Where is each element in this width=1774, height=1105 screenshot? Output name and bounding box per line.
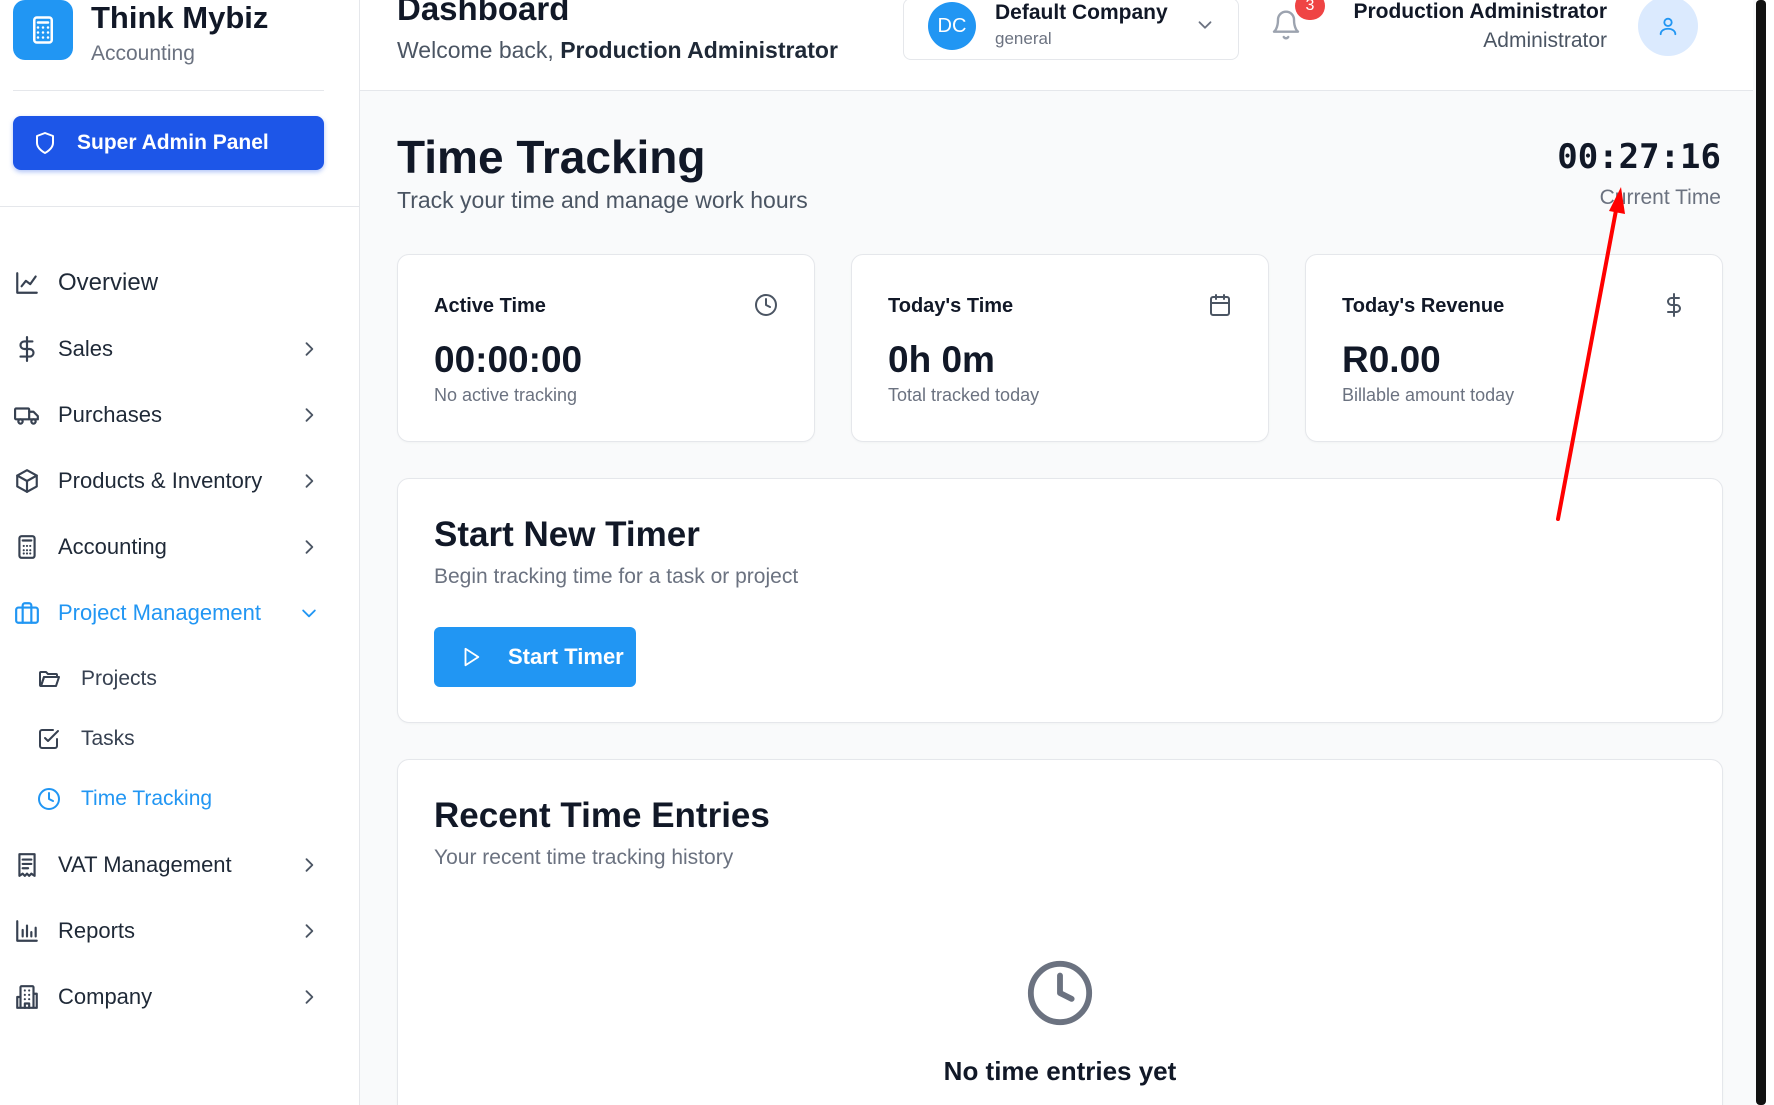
current-time-clock: 00:27:16 bbox=[1557, 137, 1721, 177]
truck-icon bbox=[13, 401, 41, 429]
stat-subtext: Billable amount today bbox=[1342, 385, 1515, 405]
brand-subtitle: Accounting bbox=[91, 42, 195, 65]
line-chart-icon bbox=[13, 269, 41, 297]
recent-entries-card: Recent Time Entries Your recent time tra… bbox=[397, 759, 1723, 1105]
sidebar-subitem-label: Tasks bbox=[81, 727, 135, 750]
stat-value: R0.00 bbox=[1342, 339, 1441, 380]
calculator-icon bbox=[13, 533, 41, 561]
bar-chart-icon bbox=[13, 917, 41, 945]
brand-name: Think Mybiz bbox=[91, 0, 269, 35]
stat-card-active-time: Active Time 00:00:00 No active tracking bbox=[397, 254, 815, 442]
company-subtitle: general bbox=[995, 29, 1052, 48]
sidebar-item-products-inventory[interactable]: Products & Inventory bbox=[0, 454, 359, 508]
section-title: Time Tracking bbox=[397, 131, 706, 183]
sidebar-item-label: VAT Management bbox=[58, 852, 232, 877]
chevron-down-icon bbox=[299, 603, 319, 623]
stat-label: Active Time bbox=[434, 295, 546, 317]
empty-state-text: No time entries yet bbox=[943, 1056, 1177, 1086]
divider bbox=[13, 90, 324, 91]
sidebar-item-label: Project Management bbox=[58, 600, 261, 625]
sidebar-item-reports[interactable]: Reports bbox=[0, 904, 359, 958]
top-header: Dashboard Welcome back, Production Admin… bbox=[360, 0, 1753, 91]
receipt-icon bbox=[13, 851, 41, 879]
chevron-right-icon bbox=[299, 855, 319, 875]
chevron-right-icon bbox=[299, 339, 319, 359]
welcome-message: Welcome back, Production Administrator bbox=[397, 37, 838, 64]
current-time-label: Current Time bbox=[1599, 186, 1721, 209]
shield-icon bbox=[36, 132, 54, 154]
clock-icon bbox=[754, 293, 778, 317]
user-name: Production Administrator bbox=[1353, 0, 1607, 23]
sidebar-item-purchases[interactable]: Purchases bbox=[0, 388, 359, 442]
stat-label: Today's Time bbox=[888, 295, 1014, 317]
dollar-icon bbox=[1662, 293, 1686, 317]
briefcase-icon bbox=[13, 599, 41, 627]
sidebar-item-label: Sales bbox=[58, 336, 114, 361]
chevron-down-icon bbox=[1194, 14, 1216, 36]
sidebar-item-accounting[interactable]: Accounting bbox=[0, 520, 359, 574]
page-title: Dashboard bbox=[397, 0, 570, 27]
sidebar-item-label: Products & Inventory bbox=[58, 468, 263, 493]
sidebar-item-overview[interactable]: Overview bbox=[0, 256, 359, 310]
stat-card-todays-revenue: Today's Revenue R0.00 Billable amount to… bbox=[1305, 254, 1723, 442]
stat-value: 00:00:00 bbox=[434, 339, 583, 380]
user-role: Administrator bbox=[1483, 29, 1607, 52]
folder-icon bbox=[36, 666, 62, 692]
sidebar-item-label: Reports bbox=[58, 918, 136, 943]
notification-count-badge: 3 bbox=[1295, 0, 1325, 20]
user-avatar[interactable] bbox=[1638, 0, 1698, 56]
super-admin-panel-button[interactable]: Super Admin Panel bbox=[13, 116, 324, 170]
sidebar-subitem-label: Projects bbox=[81, 667, 157, 690]
company-avatar: DC bbox=[928, 2, 976, 50]
stat-subtext: No active tracking bbox=[434, 385, 578, 405]
sidebar-item-label: Company bbox=[58, 984, 153, 1009]
chevron-right-icon bbox=[299, 537, 319, 557]
sidebar-item-label: Purchases bbox=[58, 402, 162, 427]
sidebar-item-label: Accounting bbox=[58, 534, 167, 559]
sidebar-subitem-time-tracking[interactable]: Time Tracking bbox=[0, 775, 359, 823]
card-title: Recent Time Entries bbox=[434, 796, 770, 835]
company-selector[interactable]: DC Default Company general bbox=[903, 0, 1239, 60]
divider bbox=[0, 206, 359, 207]
play-icon bbox=[464, 647, 480, 667]
card-title: Start New Timer bbox=[434, 515, 700, 554]
building-icon bbox=[13, 983, 41, 1011]
sidebar-item-label: Overview bbox=[58, 269, 159, 296]
company-name: Default Company bbox=[995, 1, 1168, 24]
sidebar-item-sales[interactable]: Sales bbox=[0, 322, 359, 376]
super-admin-panel-label: Super Admin Panel bbox=[77, 131, 269, 154]
sidebar-item-company[interactable]: Company bbox=[0, 970, 359, 1024]
new-timer-card: Start New Timer Begin tracking time for … bbox=[397, 478, 1723, 723]
dollar-icon bbox=[13, 335, 41, 363]
start-timer-label: Start Timer bbox=[508, 644, 624, 669]
welcome-prefix: Welcome back, bbox=[397, 37, 554, 63]
sidebar: Think Mybiz Accounting Super Admin Panel… bbox=[0, 0, 360, 1105]
welcome-user-name: Production Administrator bbox=[560, 37, 838, 63]
checkbox-icon bbox=[36, 726, 62, 752]
scrollbar-thumb[interactable] bbox=[1756, 0, 1766, 1105]
chevron-right-icon bbox=[299, 921, 319, 941]
calculator-logo-icon bbox=[13, 0, 73, 60]
stat-card-todays-time: Today's Time 0h 0m Total tracked today bbox=[851, 254, 1269, 442]
clock-icon bbox=[36, 786, 62, 812]
start-timer-button[interactable]: Start Timer bbox=[434, 627, 636, 687]
sidebar-subitem-label: Time Tracking bbox=[81, 787, 213, 810]
user-icon bbox=[1659, 17, 1677, 36]
chevron-right-icon bbox=[299, 987, 319, 1007]
sidebar-item-project-management[interactable]: Project Management bbox=[0, 586, 359, 640]
stat-value: 0h 0m bbox=[888, 339, 995, 380]
clock-icon bbox=[1025, 958, 1095, 1028]
stat-subtext: Total tracked today bbox=[888, 385, 1040, 405]
stat-label: Today's Revenue bbox=[1342, 295, 1505, 317]
sidebar-subitem-tasks[interactable]: Tasks bbox=[0, 715, 359, 763]
card-subtitle: Your recent time tracking history bbox=[434, 846, 734, 869]
card-subtitle: Begin tracking time for a task or projec… bbox=[434, 565, 799, 588]
section-subtitle: Track your time and manage work hours bbox=[397, 187, 808, 213]
chevron-right-icon bbox=[299, 471, 319, 491]
calendar-icon bbox=[1208, 293, 1232, 317]
sidebar-subitem-projects[interactable]: Projects bbox=[0, 655, 359, 703]
package-icon bbox=[13, 467, 41, 495]
chevron-right-icon bbox=[299, 405, 319, 425]
sidebar-item-vat-management[interactable]: VAT Management bbox=[0, 838, 359, 892]
